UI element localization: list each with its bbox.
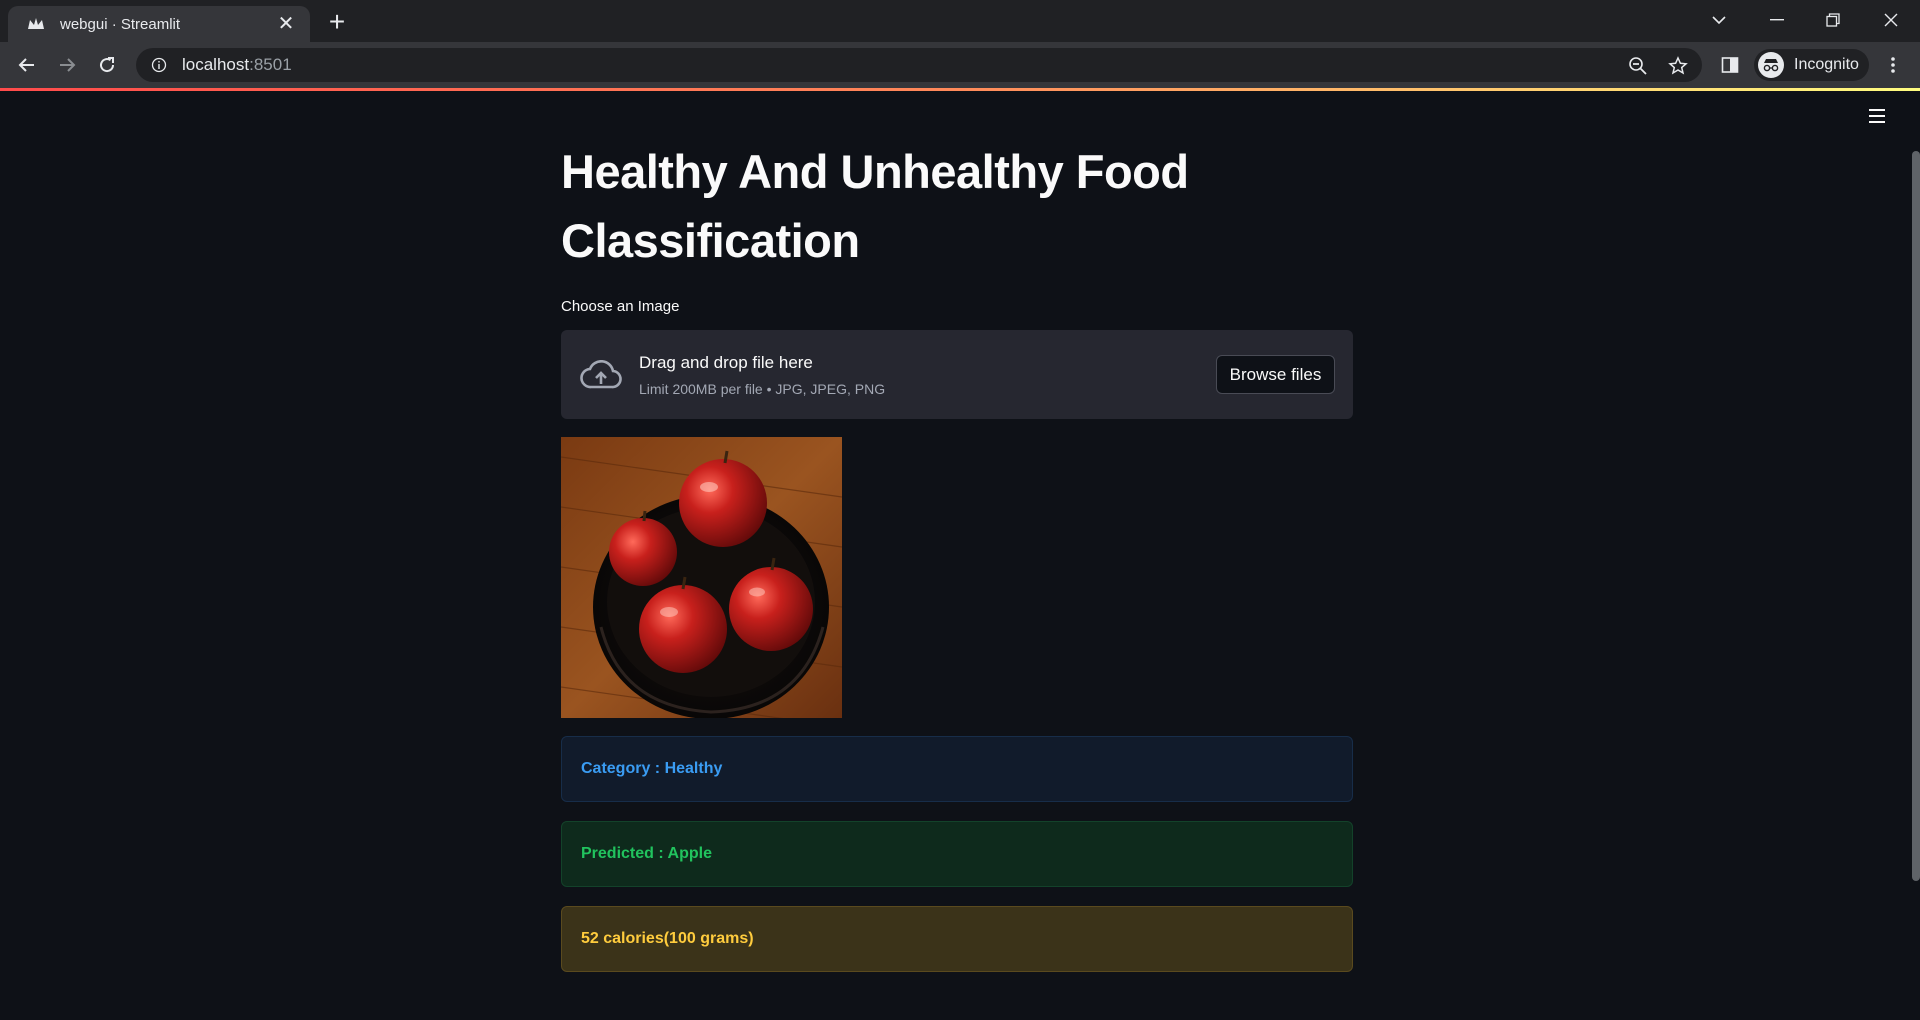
uploader-label: Choose an Image xyxy=(561,298,680,315)
category-alert: Category : Healthy xyxy=(561,736,1353,802)
url-port: :8501 xyxy=(249,55,292,74)
incognito-profile-button[interactable]: Incognito xyxy=(1754,49,1869,81)
browser-tab[interactable]: webgui · Streamlit ✕ xyxy=(8,6,310,42)
scrollbar[interactable] xyxy=(1912,151,1920,881)
page-title: Healthy And Unhealthy Food Classificatio… xyxy=(561,145,1189,267)
streamlit-app: Healthy And Unhealthy Food Classificatio… xyxy=(0,91,1920,1020)
tab-close-icon[interactable]: ✕ xyxy=(276,14,296,34)
browser-toolbar: localhost:8501 Incognito xyxy=(0,42,1920,88)
close-window-icon[interactable] xyxy=(1866,4,1916,36)
site-info-icon[interactable] xyxy=(150,56,168,74)
prediction-text: Predicted : Apple xyxy=(581,845,712,862)
forward-icon[interactable] xyxy=(51,49,83,81)
category-text: Category : Healthy xyxy=(581,760,723,777)
back-icon[interactable] xyxy=(11,49,43,81)
minimize-icon[interactable] xyxy=(1752,4,1802,36)
uploaded-food-image xyxy=(561,437,842,718)
restore-icon[interactable] xyxy=(1808,4,1858,36)
browser-menu-icon[interactable] xyxy=(1877,49,1909,81)
drop-instruction: Drag and drop file here xyxy=(639,352,813,372)
address-bar[interactable]: localhost:8501 xyxy=(136,48,1702,82)
tab-title: webgui · Streamlit xyxy=(60,15,181,33)
side-panel-icon[interactable] xyxy=(1714,49,1746,81)
hamburger-menu-icon[interactable] xyxy=(1864,105,1890,127)
incognito-icon xyxy=(1758,52,1784,78)
bookmark-star-icon[interactable] xyxy=(1666,54,1690,78)
new-tab-icon[interactable]: + xyxy=(322,8,352,38)
cloud-upload-icon xyxy=(579,353,623,397)
zoom-out-icon[interactable] xyxy=(1626,54,1650,78)
browser-tabstrip: webgui · Streamlit ✕ + xyxy=(0,0,1920,42)
streamlit-crown-icon xyxy=(26,14,46,34)
browse-files-button[interactable]: Browse files xyxy=(1216,355,1335,394)
incognito-label: Incognito xyxy=(1794,56,1859,73)
upload-limit-text: Limit 200MB per file • JPG, JPEG, PNG xyxy=(639,380,886,397)
tab-search-icon[interactable] xyxy=(1694,4,1744,36)
url-host: localhost xyxy=(182,55,250,74)
prediction-alert: Predicted : Apple xyxy=(561,821,1353,887)
reload-icon[interactable] xyxy=(91,49,123,81)
calories-alert: 52 calories(100 grams) xyxy=(561,906,1353,972)
calories-text: 52 calories(100 grams) xyxy=(581,930,754,947)
file-dropzone[interactable]: Drag and drop file here Limit 200MB per … xyxy=(561,330,1353,419)
